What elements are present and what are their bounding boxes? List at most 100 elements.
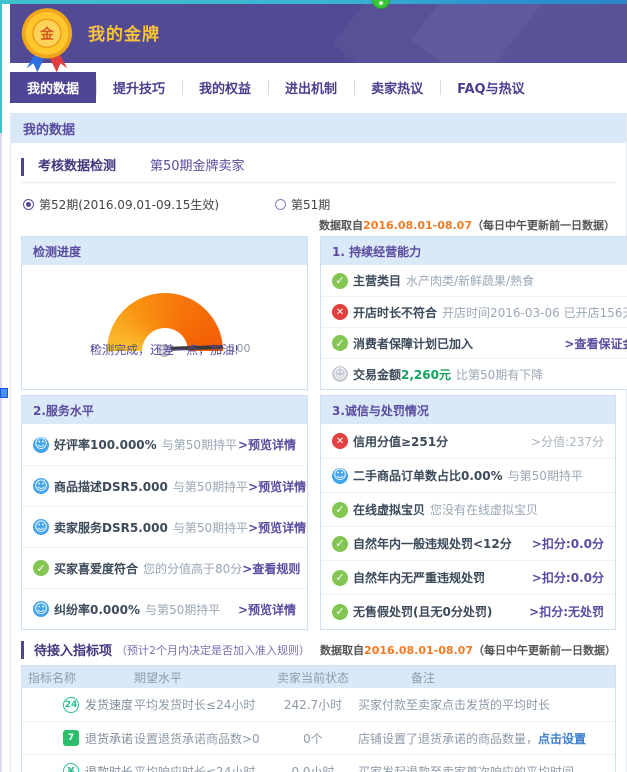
check-icon <box>332 570 348 586</box>
metric-detail: 您的分值高于80分 <box>143 560 242 577</box>
metric-row: 交易金额 2,260元 比第50期有下降 <box>321 358 627 389</box>
metric-detail: 您没有在线虚拟宝贝 <box>430 501 538 518</box>
indicator-name: 退款时长 <box>85 763 133 772</box>
metric-detail: 与第50期持平 <box>162 436 237 453</box>
metric-detail: 开店时间2016-03-06 已开店156天 <box>442 304 627 321</box>
panel1-title: 1. 持续经营能力 <box>321 237 627 265</box>
data-source-note: 数据取自2016.08.01-08.07（每日中午更新前一日数据） <box>11 217 615 233</box>
table-row: 24 发货速度 平均发货时长≤24小时 242.7小时 买家付款至卖家点击发货的… <box>22 688 615 721</box>
remark: 买家发起退款至卖家首次响应的平均时间 <box>352 763 615 772</box>
metric-row: 在线虚拟宝贝 您没有在线虚拟宝贝 <box>321 492 615 526</box>
tab-faq[interactable]: FAQ与热议 <box>440 72 542 103</box>
panel-progress: 检测进度 0 100 检测完成，还差一点，加油! <box>21 236 308 390</box>
page-banner: 我的金牌 <box>10 4 627 63</box>
gauge-caption: 检测完成，还差一点，加油! <box>22 341 307 358</box>
pending-subtitle: （预计2个月内决定是否加入准入规则） <box>116 642 310 658</box>
metric-label: 交易金额 <box>353 366 401 383</box>
data-note-suffix: （每日中午更新前一日数据） <box>473 644 616 657</box>
period-selector: 第52期(2016.09.01-09.15生效) 第51期 <box>23 196 616 213</box>
subtab-period50-sellers[interactable]: 第50期金牌卖家 <box>146 155 249 182</box>
indicator-name: 退货承诺 <box>85 730 133 747</box>
panel-progress-title: 检测进度 <box>22 237 307 265</box>
tab-my-benefits[interactable]: 我的权益 <box>182 72 268 103</box>
deduction-link[interactable]: >扣分:0.0分 <box>532 535 604 552</box>
view-rules-link[interactable]: >查看规则 <box>242 560 300 577</box>
metric-label: 自然年内无严重违规处罚 <box>353 569 485 586</box>
radio-label: 第52期(2016.09.01-09.15生效) <box>39 196 219 213</box>
metric-row: 二手商品订单数占比0.00% 与第50期持平 <box>321 458 615 492</box>
panel-service-level: 2.服务水平 好评率100.000% 与第50期持平 >预览详情 商品描述DSR… <box>21 395 308 630</box>
col-indicator-name: 指标名称 <box>22 669 134 686</box>
tab-seller-discussion[interactable]: 卖家热议 <box>354 72 440 103</box>
gauge: 0 100 检测完成，还差一点，加油! <box>22 265 307 389</box>
deduction-link[interactable]: >扣分:0.0分 <box>532 569 604 586</box>
purple-bar <box>21 641 24 659</box>
preview-detail-link[interactable]: >预览详情 <box>238 436 296 453</box>
radio-unselected-icon <box>275 199 286 210</box>
data-source-note: 数据取自2016.08.01-08.07（每日中午更新前一日数据） <box>320 642 616 658</box>
svg-text:金: 金 <box>39 26 54 43</box>
panel3-title: 3.诚信与处罚情况 <box>321 396 615 424</box>
panel-business-capability: 1. 持续经营能力 主营类目 水产肉类/新鲜蔬果/熟食 开店时长不符合 开店时间… <box>320 236 627 390</box>
click-to-set-link[interactable]: 点击设置 <box>538 732 586 746</box>
top-edge-strip <box>0 0 627 4</box>
metric-label: 无售假处罚(且无0分处罚) <box>353 603 492 620</box>
metric-label: 开店时长不符合 <box>353 304 437 321</box>
metric-value: 2,260元 <box>401 366 451 383</box>
data-note-range: 2016.08.01-08.07 <box>364 644 473 657</box>
tab-improve-skills[interactable]: 提升技巧 <box>96 72 182 103</box>
expected-level: 平均发货时长≤24小时 <box>134 696 274 713</box>
metric-row: 主营类目 水产肉类/新鲜蔬果/熟食 <box>321 265 627 296</box>
left-edge-strip-lower <box>0 133 2 772</box>
metric-label: 在线虚拟宝贝 <box>353 501 425 518</box>
preview-detail-link[interactable]: >预览详情 <box>248 478 306 495</box>
check-icon <box>33 560 49 576</box>
metric-row: 自然年内一般违规处罚<12分 >扣分:0.0分 <box>321 526 615 560</box>
data-note-prefix: 数据取自 <box>319 219 363 232</box>
tab-entry-exit-rules[interactable]: 进出机制 <box>268 72 354 103</box>
pending-indicators-header: 待接入指标项 （预计2个月内决定是否加入准入规则） 数据取自2016.08.01… <box>21 640 616 659</box>
data-note-suffix: （每日中午更新前一日数据） <box>472 219 615 232</box>
radio-period-52[interactable]: 第52期(2016.09.01-09.15生效) <box>23 196 219 213</box>
left-edge-strip <box>0 0 2 133</box>
remark: 买家付款至卖家点击发货的平均时长 <box>352 696 615 713</box>
left-blue-marker <box>0 388 8 398</box>
metric-row: 好评率100.000% 与第50期持平 >预览详情 <box>22 424 307 465</box>
indicator-name: 发货速度 <box>85 696 133 713</box>
metric-label: 卖家服务DSR5.000 <box>54 519 168 536</box>
pending-indicators-table: 指标名称 期望水平 卖家当前状态 备注 24 发货速度 平均发货时长≤24小时 … <box>21 665 616 772</box>
page-title: 我的金牌 <box>88 20 160 45</box>
check-icon <box>332 502 348 518</box>
smiley-icon <box>332 468 348 484</box>
table-row: 7 退货承诺 设置退货承诺商品数>0 0个 店铺设置了退货承诺的商品数量，点击设… <box>22 721 615 754</box>
col-expected-level: 期望水平 <box>134 669 274 686</box>
metric-label: 二手商品订单数占比0.00% <box>353 467 503 484</box>
metric-row: 买家喜爱度符合 您的分值高于80分 >查看规则 <box>22 547 307 588</box>
check-icon <box>332 273 348 289</box>
metric-row: 商品描述DSR5.000 与第50期持平 >预览详情 <box>22 465 307 506</box>
metric-label: 自然年内一般违规处罚<12分 <box>353 535 512 552</box>
view-deposit-link[interactable]: >查看保证金 <box>564 335 627 352</box>
subtab-assessment-check[interactable]: 考核数据检测 <box>34 155 120 182</box>
radio-period-51[interactable]: 第51期 <box>275 196 330 213</box>
table-row: ¥ 退款时长 平均响应时长≤24小时 0.0小时 买家发起退款至卖家首次响应的平… <box>22 754 615 772</box>
metric-label: 消费者保障计划已加入 <box>353 335 473 352</box>
preview-detail-link[interactable]: >预览详情 <box>248 519 306 536</box>
metric-row: 信用分值≥251分 >分值:237分 <box>321 424 615 458</box>
data-note-prefix: 数据取自 <box>320 644 364 657</box>
metric-row: 卖家服务DSR5.000 与第50期持平 >预览详情 <box>22 506 307 547</box>
refund-yuan-icon: ¥ <box>63 763 79 772</box>
metric-label: 买家喜爱度符合 <box>54 560 138 577</box>
cross-icon <box>332 304 348 320</box>
preview-detail-link[interactable]: >预览详情 <box>238 601 296 618</box>
metric-row: 开店时长不符合 开店时间2016-03-06 已开店156天 <box>321 296 627 327</box>
metric-row: 消费者保障计划已加入 >查看保证金 <box>321 327 627 358</box>
panel-integrity-penalty: 3.诚信与处罚情况 信用分值≥251分 >分值:237分 二手商品订单数占比0.… <box>320 395 616 630</box>
smiley-icon <box>33 478 49 494</box>
metric-row: 自然年内无严重违规处罚 >扣分:0.0分 <box>321 560 615 594</box>
return-promise-7-icon: 7 <box>63 730 79 746</box>
col-remark: 备注 <box>352 669 615 686</box>
metric-label: 信用分值≥251分 <box>353 433 448 450</box>
deduction-link[interactable]: >扣分:无处罚 <box>529 603 604 620</box>
expected-level: 平均响应时长≤24小时 <box>134 763 274 772</box>
